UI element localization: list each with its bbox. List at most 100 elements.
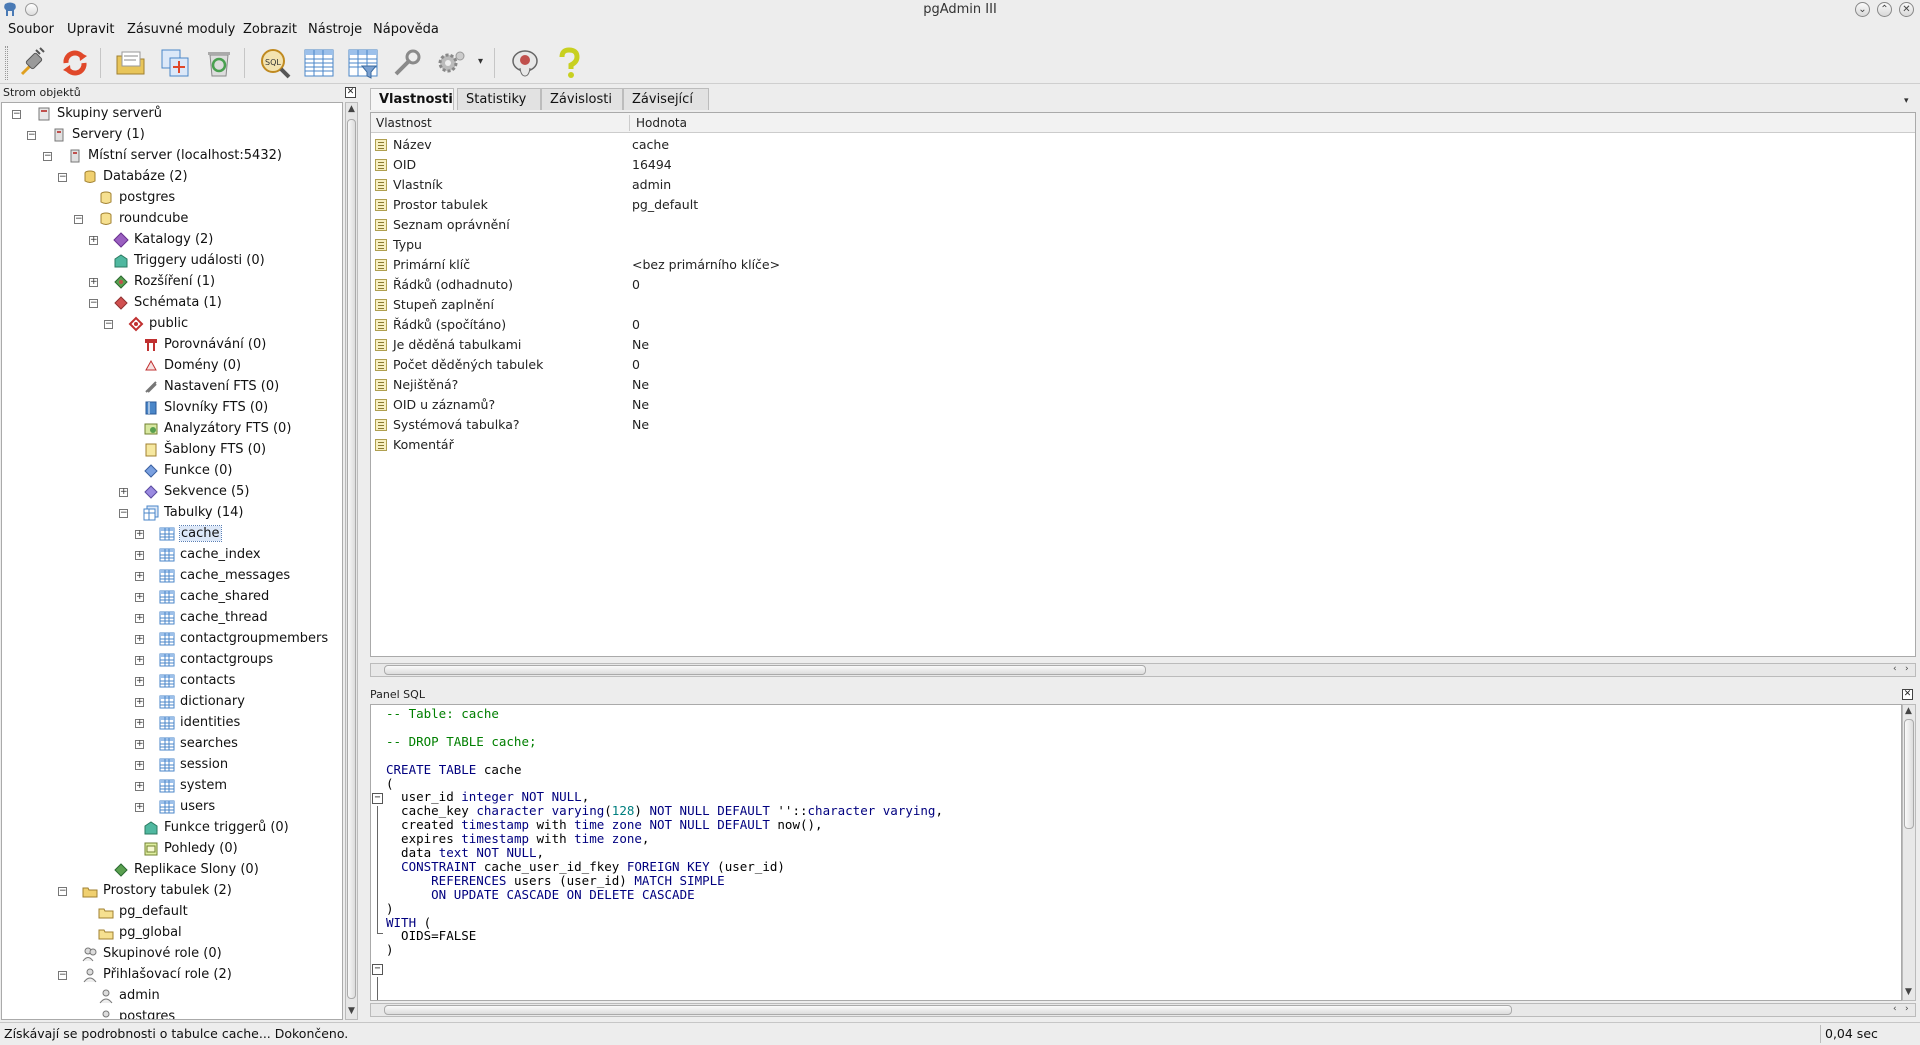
column-separator[interactable] bbox=[629, 115, 630, 131]
property-row[interactable]: OID u záznamů? Ne bbox=[371, 395, 1915, 415]
menu-zobrazit[interactable]: Zobrazit bbox=[243, 22, 297, 37]
tree-node[interactable]: − Přihlašovací role (2) bbox=[2, 965, 342, 986]
tree-node[interactable]: + cache_shared bbox=[2, 587, 342, 608]
properties-horizontal-scrollbar[interactable]: ‹ › bbox=[370, 663, 1916, 677]
tree-node[interactable]: Porovnávání (0) bbox=[2, 335, 342, 356]
plugins-dropdown-arrow[interactable]: ▾ bbox=[478, 56, 483, 67]
collapse-icon[interactable]: − bbox=[58, 971, 67, 980]
scroll-up-arrow-icon[interactable]: ▲ bbox=[348, 104, 355, 114]
tree-node[interactable]: Triggery události (0) bbox=[2, 251, 342, 272]
tree-node[interactable]: Slovníky FTS (0) bbox=[2, 398, 342, 419]
tree-node[interactable]: − Místní server (localhost:5432) bbox=[2, 146, 342, 167]
tree-node[interactable]: + session bbox=[2, 755, 342, 776]
expand-icon[interactable]: + bbox=[135, 782, 144, 791]
expand-icon[interactable]: + bbox=[135, 530, 144, 539]
tree-node[interactable]: postgres bbox=[2, 188, 342, 209]
filtered-data-icon[interactable] bbox=[346, 46, 380, 80]
tree-node[interactable]: + cache_thread bbox=[2, 608, 342, 629]
tree-node[interactable]: Replikace Slony (0) bbox=[2, 860, 342, 881]
scroll-left-arrow-icon[interactable]: ‹ bbox=[1893, 1004, 1897, 1014]
column-header-value[interactable]: Hodnota bbox=[636, 116, 687, 130]
tree-scroll-thumb[interactable] bbox=[347, 119, 356, 999]
expand-icon[interactable]: + bbox=[135, 551, 144, 560]
sql-query-icon[interactable]: SQL bbox=[258, 46, 292, 80]
tree-node[interactable]: + cache_messages bbox=[2, 566, 342, 587]
tree-node[interactable]: + contacts bbox=[2, 671, 342, 692]
tree-node[interactable]: + dictionary bbox=[2, 692, 342, 713]
scroll-right-arrow-icon[interactable]: › bbox=[1905, 664, 1909, 674]
tree-node[interactable]: + Sekvence (5) bbox=[2, 482, 342, 503]
expand-icon[interactable]: + bbox=[89, 278, 98, 287]
expand-icon[interactable]: + bbox=[135, 614, 144, 623]
tree-node[interactable]: + cache bbox=[2, 524, 342, 545]
drop-recycle-icon[interactable] bbox=[202, 46, 236, 80]
scroll-up-arrow-icon[interactable]: ▲ bbox=[1905, 706, 1912, 716]
help-question-icon[interactable] bbox=[552, 46, 586, 80]
tree-node[interactable]: − Tabulky (14) bbox=[2, 503, 342, 524]
tree-node[interactable]: + system bbox=[2, 776, 342, 797]
object-tree[interactable]: − Skupiny serverů − Servery (1) − Místní serv… bbox=[1, 102, 343, 1020]
collapse-icon[interactable]: − bbox=[43, 152, 52, 161]
expand-icon[interactable]: + bbox=[135, 719, 144, 728]
object-browser-close-icon[interactable]: ✕ bbox=[345, 87, 356, 98]
property-row[interactable]: Vlastník admin bbox=[371, 175, 1915, 195]
collapse-icon[interactable]: − bbox=[12, 110, 21, 119]
tab-statistiky[interactable]: Statistiky bbox=[457, 88, 541, 110]
collapse-icon[interactable]: − bbox=[58, 173, 67, 182]
create-object-icon[interactable] bbox=[158, 46, 192, 80]
collapse-icon[interactable]: − bbox=[58, 887, 67, 896]
tab-zavislosti[interactable]: Závislosti bbox=[541, 88, 623, 110]
property-row[interactable]: Seznam oprávnění bbox=[371, 215, 1915, 235]
scroll-down-arrow-icon[interactable]: ▼ bbox=[1905, 987, 1912, 997]
view-data-icon[interactable] bbox=[302, 46, 336, 80]
collapse-icon[interactable]: − bbox=[119, 509, 128, 518]
property-row[interactable]: Počet děděných tabulek 0 bbox=[371, 355, 1915, 375]
maximize-button[interactable]: ⌃ bbox=[1877, 2, 1892, 17]
menu-napoveda[interactable]: Nápověda bbox=[373, 22, 439, 37]
property-row[interactable]: Systémová tabulka? Ne bbox=[371, 415, 1915, 435]
tab-vlastnosti[interactable]: Vlastnosti bbox=[370, 88, 454, 110]
properties-list[interactable]: Vlastnost Hodnota Název cache OID 16494 Vlas… bbox=[370, 112, 1916, 657]
sql-editor[interactable]: − − -- Table: cache -- DROP TABLE cache; C… bbox=[370, 704, 1902, 1001]
fold-marker-icon[interactable]: − bbox=[372, 793, 383, 804]
tree-node[interactable]: − Servery (1) bbox=[2, 125, 342, 146]
tree-node[interactable]: − Schémata (1) bbox=[2, 293, 342, 314]
expand-icon[interactable]: + bbox=[135, 803, 144, 812]
expand-icon[interactable]: + bbox=[135, 635, 144, 644]
tree-vertical-scrollbar[interactable]: ▲ ▼ bbox=[345, 102, 358, 1020]
tab-zavisejici[interactable]: Závisející bbox=[623, 88, 709, 110]
column-header-property[interactable]: Vlastnost bbox=[376, 116, 432, 130]
tree-node[interactable]: Analyzátory FTS (0) bbox=[2, 419, 342, 440]
property-row[interactable]: Je děděná tabulkami Ne bbox=[371, 335, 1915, 355]
scroll-left-arrow-icon[interactable]: ‹ bbox=[1893, 664, 1897, 674]
expand-icon[interactable]: + bbox=[135, 572, 144, 581]
minimize-button[interactable]: ⌄ bbox=[1855, 2, 1870, 17]
property-row[interactable]: Řádků (spočítáno) 0 bbox=[371, 315, 1915, 335]
expand-icon[interactable]: + bbox=[135, 698, 144, 707]
tree-node[interactable]: − roundcube bbox=[2, 209, 342, 230]
property-row[interactable]: Primární klíč <bez primárního klíče> bbox=[371, 255, 1915, 275]
property-row[interactable]: Název cache bbox=[371, 135, 1915, 155]
hint-elephant-icon[interactable] bbox=[508, 46, 542, 80]
expand-icon[interactable]: + bbox=[135, 656, 144, 665]
tree-node[interactable]: pg_default bbox=[2, 902, 342, 923]
sql-panel-close-icon[interactable]: ✕ bbox=[1902, 689, 1913, 700]
property-row[interactable]: Řádků (odhadnuto) 0 bbox=[371, 275, 1915, 295]
properties-folder-icon[interactable] bbox=[114, 46, 148, 80]
expand-icon[interactable]: + bbox=[135, 761, 144, 770]
toolbar-grip[interactable] bbox=[5, 46, 8, 80]
maintenance-wrench-icon[interactable] bbox=[390, 46, 424, 80]
expand-icon[interactable]: + bbox=[135, 740, 144, 749]
tree-node[interactable]: + contactgroups bbox=[2, 650, 342, 671]
sql-scroll-thumb[interactable] bbox=[1904, 719, 1914, 829]
tree-node[interactable]: admin bbox=[2, 986, 342, 1007]
panel-splitter[interactable] bbox=[370, 681, 1916, 687]
property-row[interactable]: Prostor tabulek pg_default bbox=[371, 195, 1915, 215]
tree-node[interactable]: Funkce (0) bbox=[2, 461, 342, 482]
tree-node[interactable]: Pohledy (0) bbox=[2, 839, 342, 860]
tree-node[interactable]: + searches bbox=[2, 734, 342, 755]
expand-icon[interactable]: + bbox=[135, 593, 144, 602]
tree-node[interactable]: + identities bbox=[2, 713, 342, 734]
expand-icon[interactable]: + bbox=[135, 677, 144, 686]
plugins-gear-icon[interactable] bbox=[434, 46, 468, 80]
